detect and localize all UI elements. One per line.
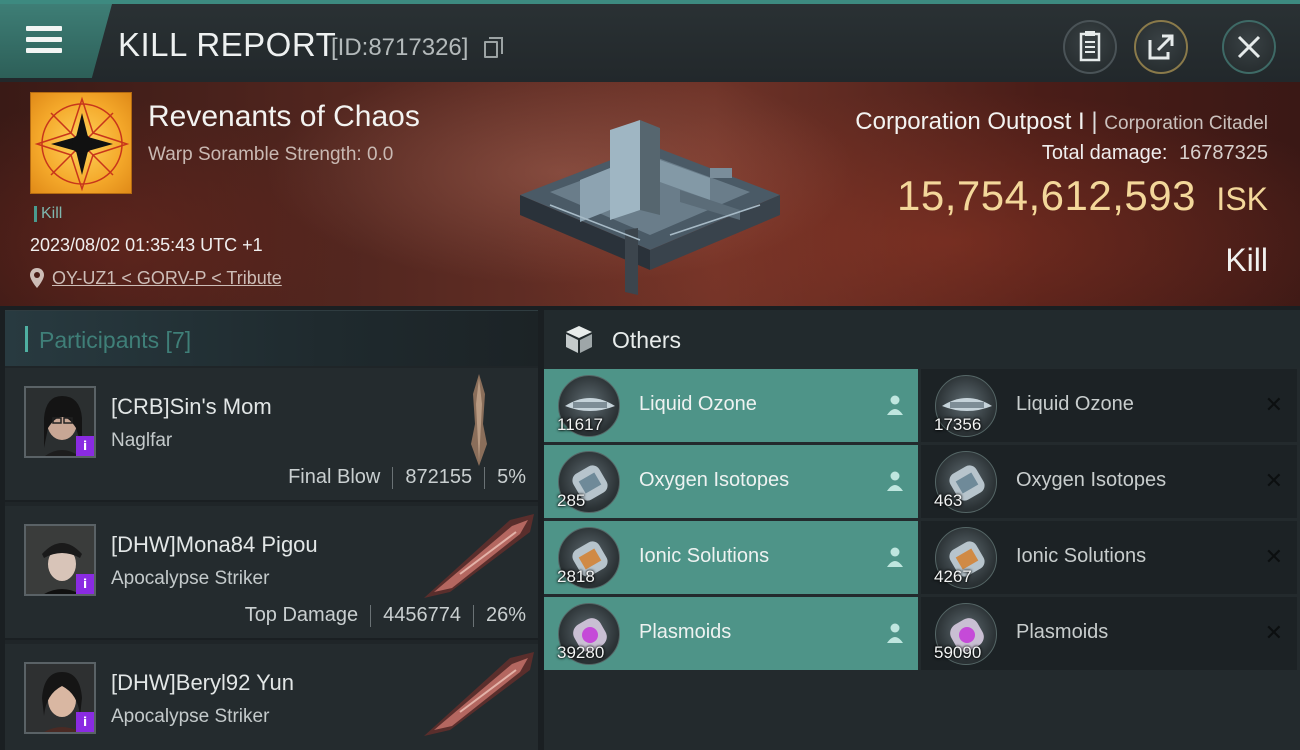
isk-value: 15,754,612,593 ISK [897,172,1268,220]
item-quantity: 463 [934,491,963,510]
share-button[interactable] [1134,20,1188,74]
person-icon [887,623,903,643]
item-quantity: 17356 [934,415,982,434]
kill-location-link[interactable]: OY-UZ1 < GORV-P < Tribute [52,268,282,289]
corporation-logo[interactable] [30,92,132,194]
ship-name: Corporation Outpost I [855,108,1085,135]
victim-corporation[interactable]: Revenants of Chaos [148,100,420,134]
structure-image[interactable] [510,110,790,300]
destroyed-x-icon: ✕ [1264,469,1283,494]
damage-value: 872155 [405,466,473,488]
participant-row[interactable]: i [DHW]Beryl92 Yun Apocalypse Striker [5,644,538,750]
copy-icon[interactable] [484,37,503,58]
item-quantity: 59090 [934,643,982,662]
item-name: Plasmoids [1016,621,1109,643]
damage-value: 4456774 [383,604,461,626]
avatar[interactable]: i [24,662,96,734]
pilot-ship: Apocalypse Striker [111,706,270,727]
item-quantity: 11617 [557,415,604,434]
participant-row[interactable]: i [DHW]Mona84 Pigou Apocalypse Striker T… [5,506,538,640]
person-icon [887,547,903,567]
item-name: Ionic Solutions [639,545,770,567]
participants-panel: Participants [7] i [CRB]Sin's Mom Naglfa… [5,310,538,750]
participant-stats: Final Blow 872155 5% [288,466,526,489]
damage-percent: 5% [497,466,526,488]
item-quantity: 285 [557,491,586,510]
others-panel: Others 11617 Liquid Ozone 285 Oxygen Iso… [544,310,1300,750]
ship-class: Corporation Citadel [1104,113,1268,134]
location-pin-icon [30,268,44,288]
stat-label: Top Damage [244,604,359,626]
pilot-name[interactable]: [DHW]Mona84 Pigou [111,532,318,558]
total-damage-value: 16787325 [1179,142,1268,164]
kill-id: [ID:8717326] [331,34,469,61]
item-quantity: 4267 [934,567,972,586]
kill-banner: Revenants of Chaos Warp Soramble Strengt… [0,82,1300,306]
dropped-item[interactable]: 11617 Liquid Ozone [544,369,918,442]
hamburger-menu-icon[interactable] [26,26,62,54]
kill-outcome: Kill [1225,242,1268,278]
close-button[interactable] [1222,20,1276,74]
naglfar-ship-image[interactable] [467,374,491,466]
item-name: Oxygen Isotopes [639,469,790,491]
damage-percent: 26% [485,604,526,626]
total-damage: Total damage: 16787325 [1042,142,1268,165]
item-quantity: 39280 [557,643,605,662]
destroyed-x-icon: ✕ [1264,621,1283,646]
pilot-badge-icon: i [76,712,94,732]
pilot-ship: Apocalypse Striker [111,568,270,589]
victim-ship[interactable]: Corporation Outpost I | Corporation Cita… [855,108,1268,136]
pilot-name[interactable]: [CRB]Sin's Mom [111,394,272,420]
header-accent [25,326,28,352]
apocalypse-striker-ship-image[interactable] [420,650,538,740]
pilot-badge-icon: i [76,436,94,456]
dropped-item[interactable]: 39280 Plasmoids [544,597,918,670]
participant-stats: Top Damage 4456774 26% [245,604,526,627]
ship-separator: | [1091,108,1098,135]
pilot-name[interactable]: [DHW]Beryl92 Yun [111,670,294,696]
dropped-item[interactable]: 285 Oxygen Isotopes [544,445,918,518]
clipboard-icon [1079,31,1101,62]
menu-button[interactable] [0,4,112,78]
isk-unit: ISK [1216,181,1268,217]
person-icon [887,471,903,491]
participants-header[interactable]: Participants [7] [5,310,538,366]
person-icon [887,395,903,415]
kill-timestamp: 2023/08/02 01:35:43 UTC +1 [30,235,263,255]
participants-title: Participants [7] [39,327,192,353]
destroyed-item[interactable]: 4267 Ionic Solutions ✕ [921,521,1297,594]
close-icon [1237,35,1261,59]
destroyed-item[interactable]: 463 Oxygen Isotopes ✕ [921,445,1297,518]
others-header: Others [544,310,1300,368]
top-bar: KILL REPORT [ID:8717326] [0,0,1300,82]
pilot-ship: Naglfar [111,430,173,451]
isk-amount: 15,754,612,593 [897,172,1196,219]
apocalypse-striker-ship-image[interactable] [420,512,538,602]
share-icon [1148,34,1174,60]
destroyed-item[interactable]: 59090 Plasmoids ✕ [921,597,1297,670]
stat-label: Final Blow [288,466,381,488]
kill-type-tag: Kill [34,206,62,222]
dropped-item[interactable]: 2818 Ionic Solutions [544,521,918,594]
destroyed-item[interactable]: 17356 Liquid Ozone ✕ [921,369,1297,442]
avatar[interactable]: i [24,524,96,596]
item-name: Liquid Ozone [1016,393,1134,415]
destroyed-x-icon: ✕ [1264,393,1283,418]
page-title: KILL REPORT [118,26,337,63]
pilot-badge-icon: i [76,574,94,594]
participant-row[interactable]: i [CRB]Sin's Mom Naglfar Final Blow 87215… [5,368,538,502]
item-quantity: 2818 [557,567,595,586]
avatar[interactable]: i [24,386,96,458]
item-name: Oxygen Isotopes [1016,469,1167,491]
star-emblem-icon [34,96,130,192]
item-name: Plasmoids [639,621,732,643]
cargo-box-icon [566,326,592,353]
clipboard-button[interactable] [1063,20,1117,74]
item-name: Ionic Solutions [1016,545,1147,567]
total-damage-label: Total damage: [1041,142,1168,164]
item-name: Liquid Ozone [639,393,757,415]
others-title: Others [612,327,682,353]
warp-scramble-strength: Warp Soramble Strength: 0.0 [148,144,394,165]
destroyed-x-icon: ✕ [1264,545,1283,570]
